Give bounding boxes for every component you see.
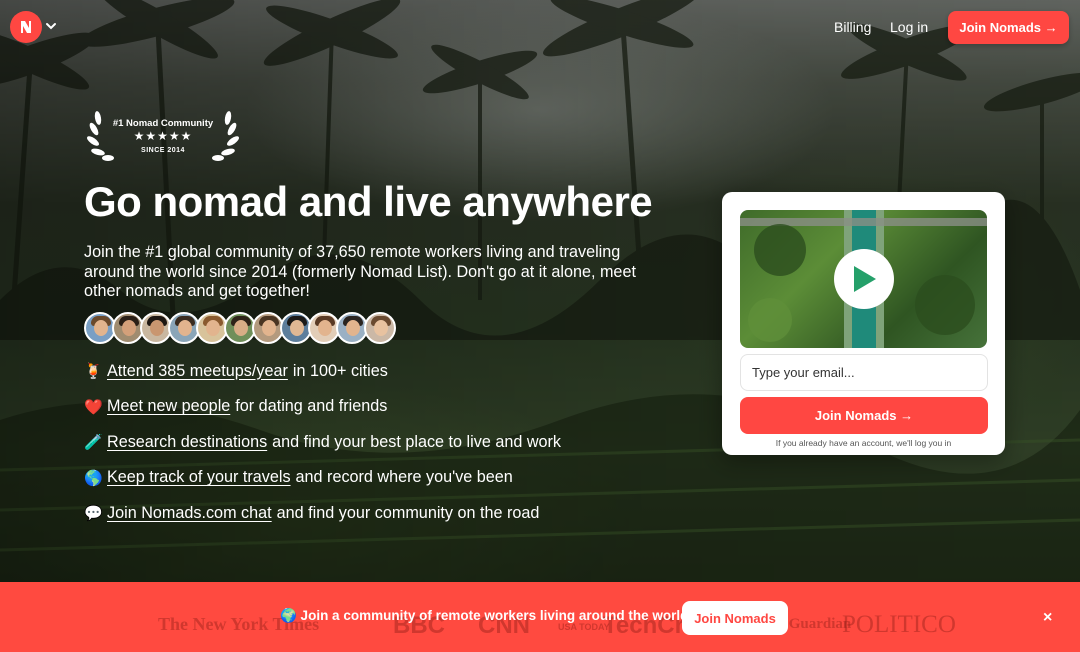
cocktail-icon: 🍹: [84, 363, 103, 380]
chevron-down-icon[interactable]: [45, 20, 57, 32]
billing-link[interactable]: Billing: [834, 19, 871, 35]
list-item: 🌎 Keep track of your travels and record …: [84, 467, 561, 489]
avatar[interactable]: [364, 312, 396, 344]
meetups-link[interactable]: Attend 385 meetups/year: [107, 362, 288, 381]
badge-title: #1 Nomad Community: [112, 118, 214, 129]
speech-bubble-icon: 💬: [84, 505, 103, 523]
email-field[interactable]: [740, 354, 988, 391]
research-destinations-link[interactable]: Research destinations: [107, 433, 267, 452]
intro-video[interactable]: [740, 210, 987, 348]
feature-list: 🍹 Attend 385 meetups/year in 100+ cities…: [84, 360, 561, 538]
banner-join-button[interactable]: Join Nomads: [682, 601, 788, 635]
nomads-logo[interactable]: [10, 11, 42, 43]
close-icon[interactable]: ×: [1043, 609, 1052, 627]
list-item: ❤️ Meet new people for dating and friend…: [84, 396, 561, 418]
play-button[interactable]: [834, 249, 894, 309]
signup-card: Join Nomads → If you already have an acc…: [722, 192, 1005, 455]
member-avatars: [84, 312, 396, 344]
logo-mark-icon: [21, 21, 31, 33]
track-travels-link[interactable]: Keep track of your travels: [107, 468, 291, 487]
list-item: 🧪 Research destinations and find your be…: [84, 431, 561, 453]
page-headline: Go nomad and live anywhere: [84, 178, 653, 225]
join-nomads-button[interactable]: Join Nomads →: [948, 11, 1069, 44]
press-logo: POLITICO: [842, 611, 956, 638]
meet-people-link[interactable]: Meet new people: [107, 397, 230, 416]
login-link[interactable]: Log in: [890, 19, 928, 35]
chat-link[interactable]: Join Nomads.com chat: [107, 504, 272, 523]
page-subtitle: Join the #1 global community of 37,650 r…: [84, 243, 636, 300]
play-icon: [854, 266, 876, 292]
join-banner: The New York Times BBC CNN USA TODAY Tec…: [0, 582, 1080, 652]
badge-stars: ★★★★★: [133, 129, 193, 143]
feature-text: and find your community on the road: [276, 503, 540, 522]
test-tube-icon: 🧪: [84, 434, 103, 452]
banner-text: 🌍 Join a community of remote workers liv…: [280, 608, 689, 623]
heart-icon: ❤️: [84, 398, 103, 416]
feature-text: and record where you've been: [295, 468, 513, 487]
feature-text: and find your best place to live and wor…: [272, 432, 562, 451]
badge-since: SINCE 2014: [141, 147, 185, 154]
globe-icon: 🌎: [84, 469, 103, 487]
login-note: If you already have an account, we'll lo…: [775, 438, 952, 448]
feature-text: in 100+ cities: [292, 361, 388, 380]
list-item: 💬 Join Nomads.com chat and find your com…: [84, 502, 561, 524]
signup-join-button[interactable]: Join Nomads →: [740, 397, 988, 434]
feature-text: for dating and friends: [235, 397, 388, 416]
nomad-community-award-badge: #1 Nomad Community ★★★★★ SINCE 2014: [84, 108, 242, 164]
list-item: 🍹 Attend 385 meetups/year in 100+ cities: [84, 360, 561, 382]
